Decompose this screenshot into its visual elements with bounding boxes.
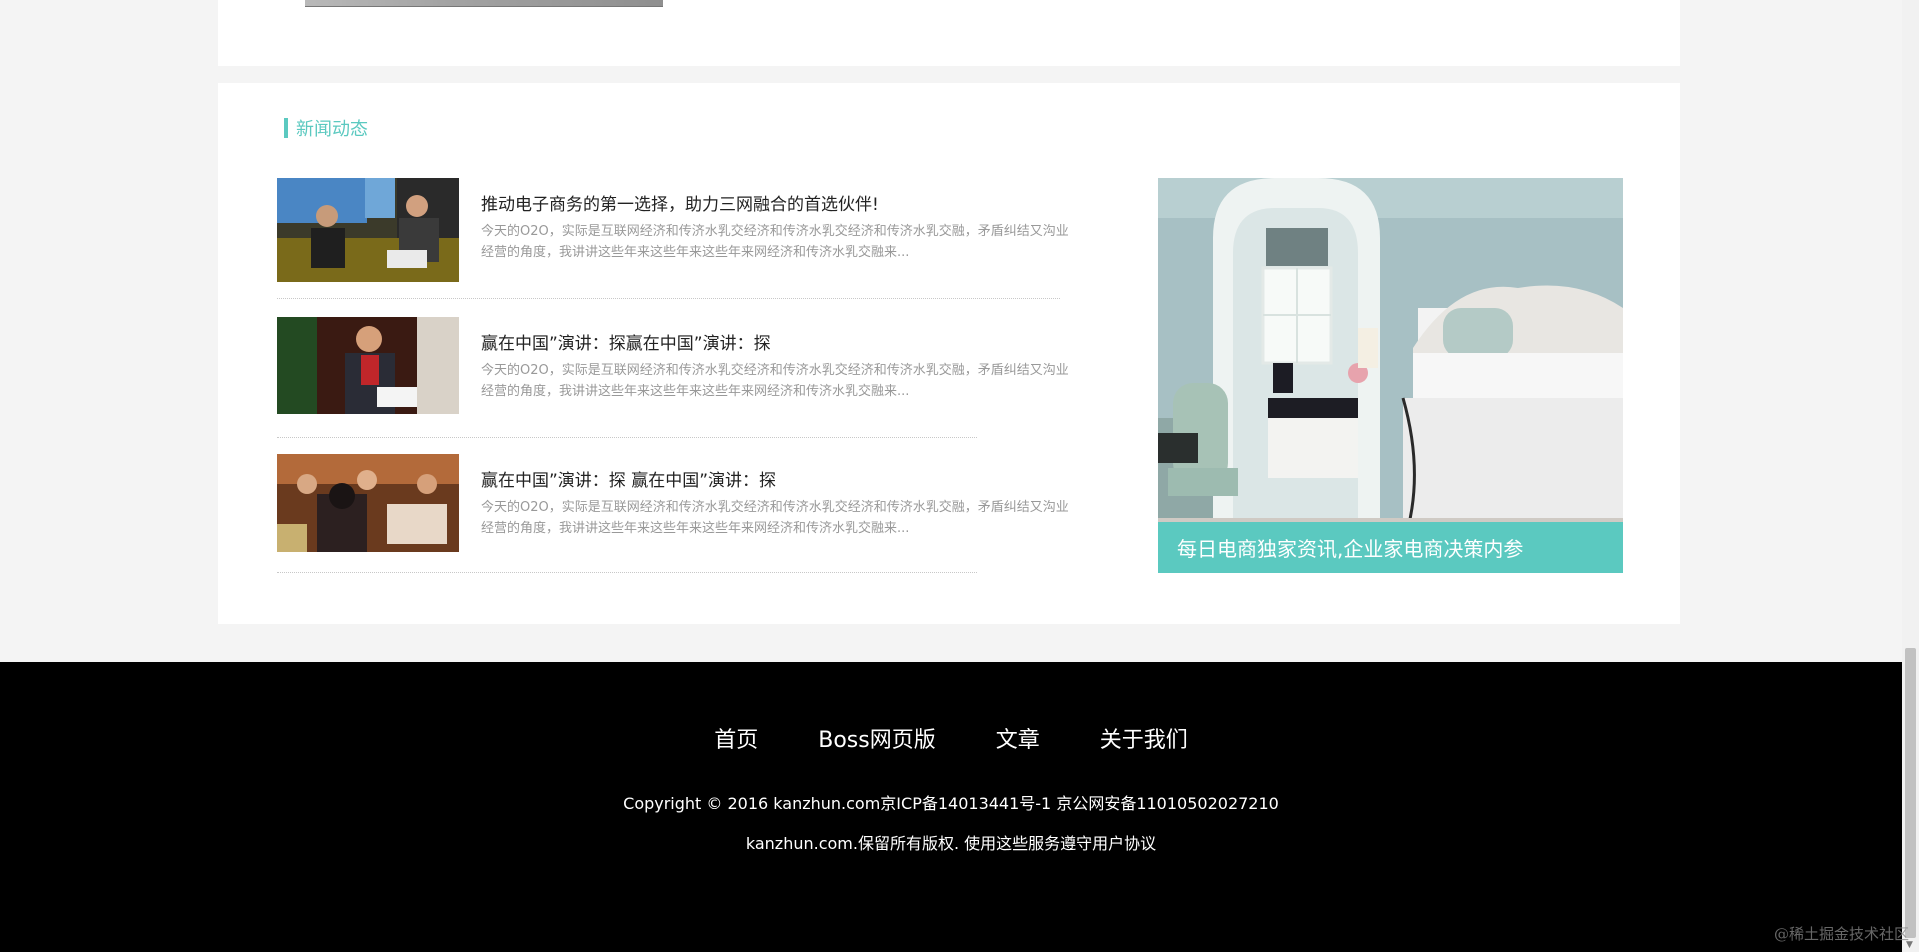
previous-section-card xyxy=(218,0,1680,66)
news-thumbnail[interactable] xyxy=(277,178,459,282)
news-divider xyxy=(277,437,977,438)
news-divider xyxy=(277,572,977,573)
previous-section-image-edge xyxy=(305,0,663,7)
vertical-scrollbar[interactable]: ▼ xyxy=(1902,0,1919,952)
section-title-text: 新闻动态 xyxy=(296,119,368,140)
news-excerpt: 今天的O2O，实际是互联网经济和传济水乳交经济和传济水乳交经济和传济水乳交融，矛… xyxy=(481,363,1069,399)
news-headline[interactable]: 赢在中国”演讲：探赢在中国”演讲：探 xyxy=(481,329,771,354)
scrollbar-thumb[interactable] xyxy=(1905,648,1916,938)
feature-image[interactable]: 每日电商独家资讯,企业家电商决策内参 xyxy=(1158,178,1623,573)
copyright-text: Copyright © 2016 kanzhun.com京ICP备1401344… xyxy=(623,794,1279,813)
news-section: 新闻动态 推动电子商务的第一选择，助力三网融合的首选伙伴! 今天的O2O，实际是… xyxy=(218,83,1680,624)
news-item[interactable]: 赢在中国”演讲：探赢在中国”演讲：探 今天的O2O，实际是互联网经济和传济水乳交… xyxy=(277,317,1077,442)
footer-nav: 首页 Boss网页版 文章 关于我们 xyxy=(0,722,1902,754)
footer-link-articles[interactable]: 文章 xyxy=(996,722,1040,754)
page: 新闻动态 推动电子商务的第一选择，助力三网融合的首选伙伴! 今天的O2O，实际是… xyxy=(0,0,1919,952)
news-headline[interactable]: 推动电子商务的第一选择，助力三网融合的首选伙伴! xyxy=(481,190,879,215)
footer: 首页 Boss网页版 文章 关于我们 Copyright © 2016 kanz… xyxy=(0,662,1902,952)
watermark: @稀土掘金技术社区 xyxy=(1773,925,1909,943)
footer-link-about-us[interactable]: 关于我们 xyxy=(1100,722,1188,754)
footer-link-home[interactable]: 首页 xyxy=(714,722,758,754)
news-headline[interactable]: 赢在中国”演讲：探 赢在中国”演讲：探 xyxy=(481,466,776,491)
news-divider xyxy=(277,298,1060,299)
news-item[interactable]: 赢在中国”演讲：探 赢在中国”演讲：探 今天的O2O，实际是互联网经济和传济水乳… xyxy=(277,454,1077,579)
section-title: 新闻动态 xyxy=(284,117,368,140)
feature-caption[interactable]: 每日电商独家资讯,企业家电商决策内参 xyxy=(1158,522,1623,573)
news-thumbnail[interactable] xyxy=(277,317,459,414)
news-excerpt: 今天的O2O，实际是互联网经济和传济水乳交经济和传济水乳交经济和传济水乳交融，矛… xyxy=(481,500,1069,536)
news-item[interactable]: 推动电子商务的第一选择，助力三网融合的首选伙伴! 今天的O2O，实际是互联网经济… xyxy=(277,178,1077,303)
rights-text: kanzhun.com.保留所有版权. 使用这些服务遵守用户协议 xyxy=(745,834,1157,853)
footer-link-boss-web[interactable]: Boss网页版 xyxy=(818,722,935,754)
news-excerpt: 今天的O2O，实际是互联网经济和传济水乳交经济和传济水乳交经济和传济水乳交融，矛… xyxy=(481,224,1069,260)
news-thumbnail[interactable] xyxy=(277,454,459,552)
title-accent-bar xyxy=(284,118,288,138)
